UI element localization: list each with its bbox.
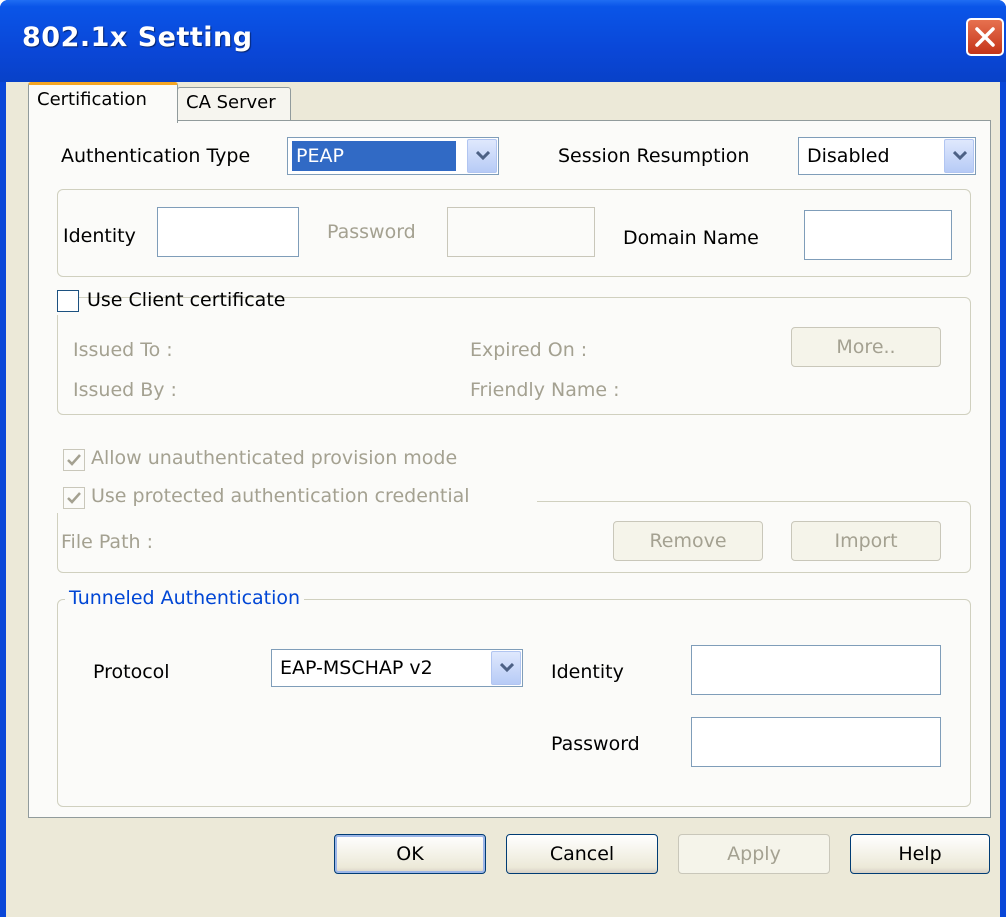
domain-name-label: Domain Name (623, 227, 759, 249)
tunneled-identity-label: Identity (551, 661, 624, 683)
session-resumption-select[interactable]: Disabled (798, 137, 976, 175)
remove-button[interactable]: Remove (613, 521, 763, 561)
protocol-select[interactable]: EAP-MSCHAP v2 (271, 649, 523, 687)
password-label: Password (327, 221, 416, 243)
use-client-certificate-checkbox[interactable] (57, 290, 79, 312)
identity-field[interactable] (157, 207, 299, 257)
use-pac-checkbox[interactable] (63, 487, 85, 509)
use-pac-option[interactable]: Use protected authentication credential (57, 483, 537, 513)
tab-label: Certification (37, 89, 147, 110)
title-bar[interactable]: 802.1x Setting (0, 0, 1006, 82)
tunneled-password-label: Password (551, 733, 640, 755)
tab-label: CA Server (186, 92, 276, 113)
use-pac-label: Use protected authentication credential (91, 485, 470, 507)
authentication-type-label: Authentication Type (61, 145, 251, 167)
dialog-window: 802.1x Setting Certification CA Server A… (0, 0, 1006, 917)
session-resumption-value: Disabled (807, 145, 890, 167)
use-client-certificate-label: Use Client certificate (87, 289, 286, 311)
domain-name-field[interactable] (804, 210, 952, 260)
use-client-certificate-option[interactable]: Use Client certificate (57, 285, 285, 315)
password-field[interactable] (447, 207, 595, 257)
cancel-button[interactable]: Cancel (506, 834, 658, 874)
tunneled-authentication-title: Tunneled Authentication (65, 587, 305, 609)
dialog-body: Certification CA Server Authentication T… (6, 82, 1000, 917)
dropdown-arrow[interactable] (491, 651, 521, 685)
issued-to-label: Issued To : (73, 339, 173, 361)
tunneled-password-field[interactable] (691, 717, 941, 767)
tunneled-authentication-group (57, 599, 971, 807)
dropdown-arrow[interactable] (944, 139, 974, 173)
import-button[interactable]: Import (791, 521, 941, 561)
issued-by-label: Issued By : (73, 379, 177, 401)
expired-on-label: Expired On : (470, 339, 588, 361)
apply-button[interactable]: Apply (678, 834, 830, 874)
tab-panel-certification: Authentication Type PEAP Session Resumpt… (28, 120, 991, 818)
authentication-type-select[interactable]: PEAP (287, 137, 499, 175)
identity-label: Identity (63, 225, 136, 247)
file-path-label: File Path : (61, 531, 154, 553)
protocol-value: EAP-MSCHAP v2 (280, 657, 433, 679)
tab-certification[interactable]: Certification (28, 82, 178, 123)
authentication-type-value: PEAP (292, 141, 456, 171)
close-button[interactable] (966, 18, 1004, 56)
tab-ca-server[interactable]: CA Server (177, 87, 291, 123)
allow-provision-checkbox[interactable] (63, 449, 85, 471)
more-button[interactable]: More.. (791, 327, 941, 367)
session-resumption-label: Session Resumption (558, 145, 750, 167)
tunneled-identity-field[interactable] (691, 645, 941, 695)
allow-provision-label: Allow unauthenticated provision mode (91, 447, 458, 469)
friendly-name-label: Friendly Name : (470, 379, 620, 401)
ok-button[interactable]: OK (334, 834, 486, 874)
help-button[interactable]: Help (850, 834, 990, 874)
dropdown-arrow[interactable] (467, 139, 497, 173)
protocol-label: Protocol (93, 661, 170, 683)
window-title: 802.1x Setting (22, 22, 253, 53)
